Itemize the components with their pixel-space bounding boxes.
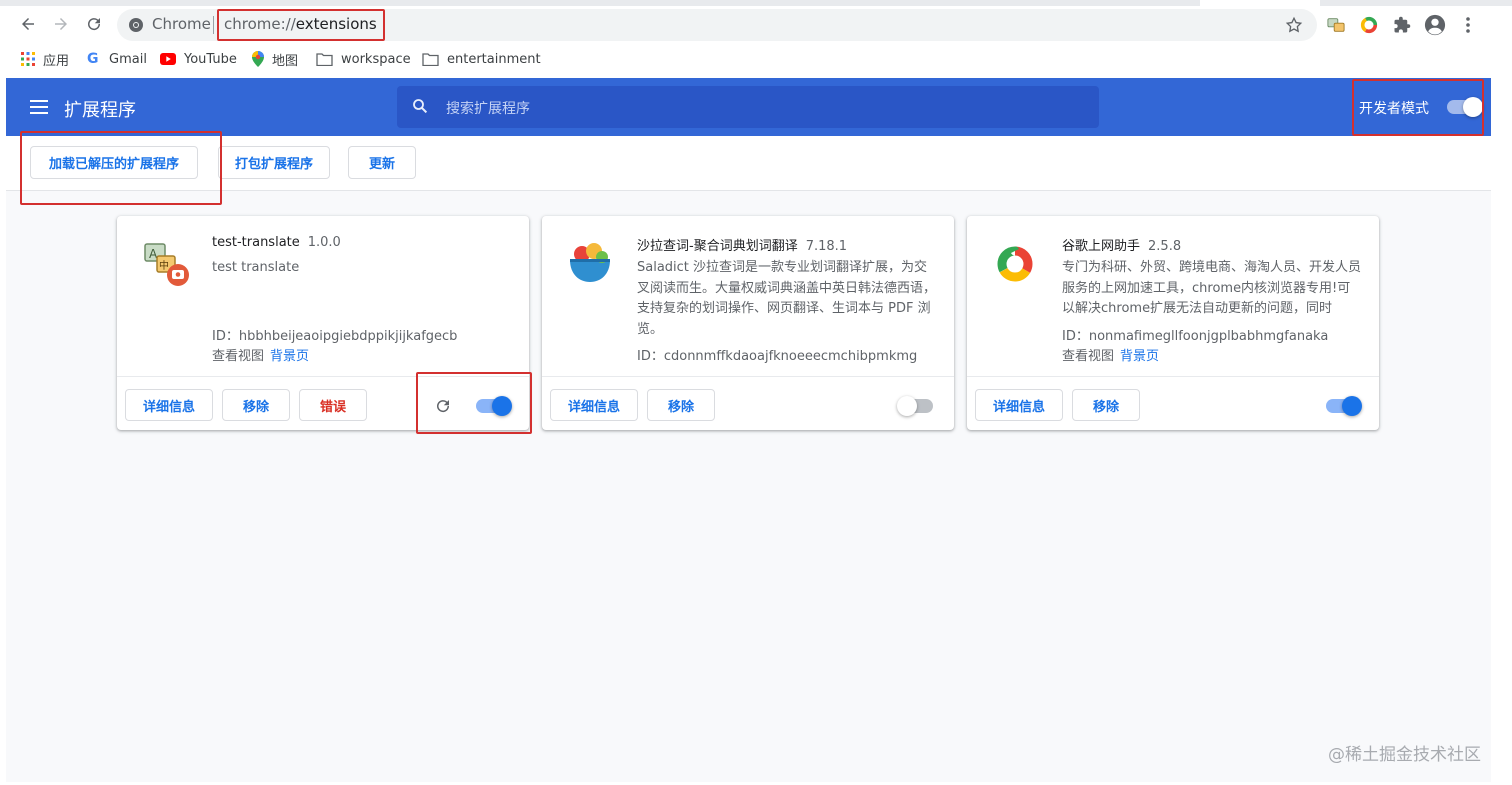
apps-grid-icon xyxy=(21,52,35,66)
chrome-site-icon xyxy=(129,18,143,32)
forward-button[interactable] xyxy=(50,13,72,35)
back-icon xyxy=(22,18,34,30)
profile-icon xyxy=(1424,14,1446,36)
google-g-icon: G xyxy=(87,51,99,67)
background-page-link[interactable]: 背景页 xyxy=(270,349,309,364)
annotation-reload-toggle xyxy=(416,372,532,434)
translate-extension-icon xyxy=(1327,18,1345,32)
bookmark-maps[interactable]: 地图 xyxy=(252,50,299,69)
bookmark-gmail[interactable]: G Gmail xyxy=(87,50,147,68)
translate-logo-icon: A 中 xyxy=(144,243,189,286)
bookmark-label: Gmail xyxy=(109,51,147,67)
annotation-url xyxy=(217,9,385,41)
main-menu-button[interactable] xyxy=(30,99,50,115)
bookmark-label: 应用 xyxy=(43,53,70,69)
extension-version: 2.5.8 xyxy=(1148,239,1182,254)
errors-button[interactable]: 错误 xyxy=(299,389,367,421)
card-divider xyxy=(542,376,954,377)
annotation-dev-mode xyxy=(1352,79,1484,136)
svg-text:中: 中 xyxy=(159,259,169,272)
details-button[interactable]: 详细信息 xyxy=(550,389,638,421)
search-icon xyxy=(413,99,428,114)
search-input[interactable] xyxy=(444,97,1048,119)
tab-strip xyxy=(0,0,1512,6)
puzzle-icon xyxy=(1394,16,1411,33)
enable-toggle[interactable] xyxy=(897,396,933,416)
extension-title: 谷歌上网助手 xyxy=(1062,239,1141,254)
page-title: 扩展程序 xyxy=(64,100,136,121)
omnibox-separator xyxy=(213,16,214,34)
hamburger-icon xyxy=(30,100,48,114)
bookmark-folder-entertainment[interactable]: entertainment xyxy=(422,50,541,68)
back-button[interactable] xyxy=(17,13,39,35)
inspect-views: 查看视图 背景页 xyxy=(1062,345,1159,364)
remove-button[interactable]: 移除 xyxy=(1072,389,1140,421)
extension-description: test translate xyxy=(212,260,300,275)
update-button[interactable]: 更新 xyxy=(348,146,416,179)
bookmark-apps[interactable]: 应用 xyxy=(21,50,70,69)
google-helper-icon xyxy=(1360,16,1378,34)
google-helper-logo-icon xyxy=(997,246,1033,282)
google-helper-extension-button[interactable] xyxy=(1359,15,1379,35)
star-icon xyxy=(1285,16,1303,33)
remove-button[interactable]: 移除 xyxy=(647,389,715,421)
extensions-menu-button[interactable] xyxy=(1392,15,1412,35)
watermark: @稀土掘金技术社区 xyxy=(1328,745,1481,765)
extension-description: Saladict 沙拉查词是一款专业划词翻译扩展，为交叉阅读而生。大量权威词典涵… xyxy=(637,260,937,337)
extension-card-saladict: 沙拉查词-聚合词典划词翻译 7.18.1 Saladict 沙拉查词是一款专业划词… xyxy=(542,216,954,430)
extension-name: 谷歌上网助手 2.5.8 xyxy=(1062,235,1181,254)
bookmark-youtube[interactable]: YouTube xyxy=(160,50,237,68)
toggle-knob xyxy=(897,396,917,416)
bookmark-label: workspace xyxy=(341,51,411,67)
reload-button[interactable] xyxy=(83,13,105,35)
browser-menu-button[interactable] xyxy=(1458,15,1478,35)
extension-version: 1.0.0 xyxy=(307,235,341,250)
folder-icon xyxy=(422,52,439,66)
forward-icon xyxy=(55,18,67,30)
youtube-icon xyxy=(160,53,176,65)
bookmark-label: YouTube xyxy=(184,51,237,67)
details-button[interactable]: 详细信息 xyxy=(125,389,213,421)
extension-title: 沙拉查词-聚合词典划词翻译 xyxy=(637,239,798,254)
menu-dots-icon xyxy=(1466,17,1470,33)
extension-name: test-translate 1.0.0 xyxy=(212,235,341,250)
inspect-views-label: 查看视图 xyxy=(1062,349,1115,364)
background-page-link[interactable]: 背景页 xyxy=(1120,349,1159,364)
maps-pin-icon xyxy=(252,51,264,67)
inspect-views-label: 查看视图 xyxy=(212,349,265,364)
annotation-load-unpacked xyxy=(20,131,222,205)
extension-name: 沙拉查词-聚合词典划词翻译 7.18.1 xyxy=(637,235,847,254)
pack-extension-button[interactable]: 打包扩展程序 xyxy=(218,146,330,179)
extension-id: ID：nonmafimegllfoonjgplbabhmgfanaka xyxy=(1062,329,1329,344)
bookmark-folder-workspace[interactable]: workspace xyxy=(316,50,411,68)
extension-description: 专门为科研、外贸、跨境电商、海淘人员、开发人员服务的上网加速工具，chrome内… xyxy=(1062,260,1362,316)
extension-title: test-translate xyxy=(212,235,300,250)
extension-card-google-helper: 谷歌上网助手 2.5.8 专门为科研、外贸、跨境电商、海淘人员、开发人员服务的上网… xyxy=(967,216,1379,430)
profile-button[interactable] xyxy=(1424,14,1446,36)
saladict-logo-icon xyxy=(570,243,610,282)
bookmark-label: entertainment xyxy=(447,51,541,67)
card-divider xyxy=(967,376,1379,377)
extension-version: 7.18.1 xyxy=(805,239,848,254)
bookmark-label: 地图 xyxy=(272,53,299,69)
enable-toggle[interactable] xyxy=(1326,396,1362,416)
toggle-knob xyxy=(1342,396,1362,416)
details-button[interactable]: 详细信息 xyxy=(975,389,1063,421)
extension-id: ID：cdonnmffkdaoajfknoeeecmchibpmkmg xyxy=(637,349,918,364)
reload-icon xyxy=(88,18,101,31)
bookmark-star-button[interactable] xyxy=(1284,15,1304,35)
inspect-views: 查看视图 背景页 xyxy=(212,345,309,364)
site-name: Chrome xyxy=(152,15,211,33)
folder-icon xyxy=(316,52,333,66)
remove-button[interactable]: 移除 xyxy=(222,389,290,421)
translate-extension-button[interactable] xyxy=(1326,15,1346,35)
extension-id: ID：hbbhbeijeaoipgiebdppikjijkafgecb xyxy=(212,329,458,344)
